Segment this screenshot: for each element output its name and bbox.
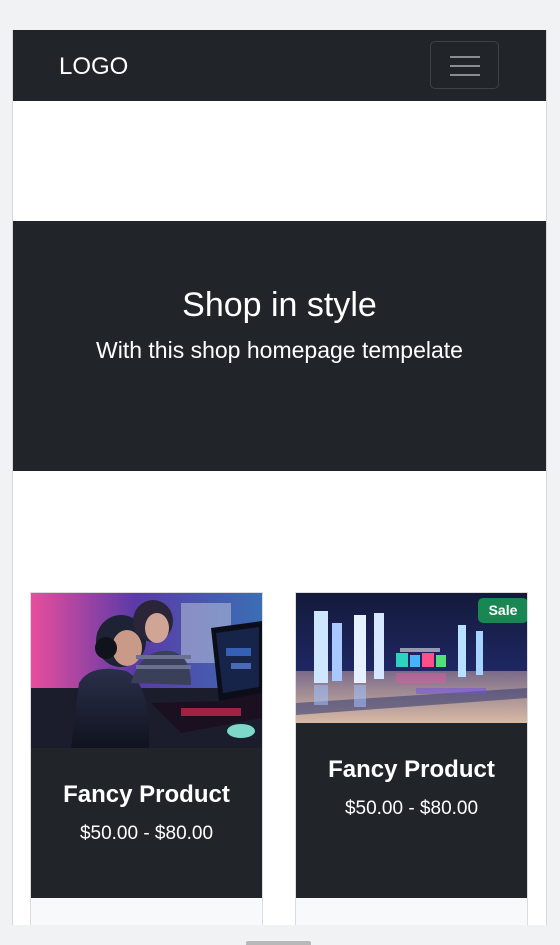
product-card[interactable]: Sale Fancy Product $50.00 - $80.00 — [295, 592, 528, 925]
product-title[interactable]: Fancy Product — [31, 780, 262, 810]
gaming-laptop-photo — [31, 593, 262, 748]
sale-badge: Sale — [478, 598, 527, 623]
hero-title: Shop in style — [182, 286, 377, 324]
product-price: $50.00 - $80.00 — [79, 823, 214, 844]
hero-subtitle: With this shop homepage tempelate — [96, 337, 463, 363]
navbar: LOGO — [13, 30, 546, 101]
product-card-body: Fancy Product $50.00 - $80.00 — [296, 723, 527, 898]
product-image — [31, 593, 262, 748]
hamburger-icon — [450, 56, 480, 76]
logo[interactable]: LOGO — [59, 52, 128, 82]
scrollbar-handle[interactable] — [246, 941, 311, 945]
hero-section: Shop in style With this shop homepage te… — [13, 221, 546, 471]
browser-viewport: LOGO Shop in style With this shop homepa… — [12, 30, 547, 925]
product-title[interactable]: Fancy Product — [296, 755, 527, 785]
product-price: $50.00 - $80.00 — [344, 798, 479, 819]
product-card-body: Fancy Product $50.00 - $80.00 — [31, 748, 262, 898]
navbar-toggle-button[interactable] — [430, 41, 499, 89]
product-card[interactable]: Fancy Product $50.00 - $80.00 — [30, 592, 263, 925]
